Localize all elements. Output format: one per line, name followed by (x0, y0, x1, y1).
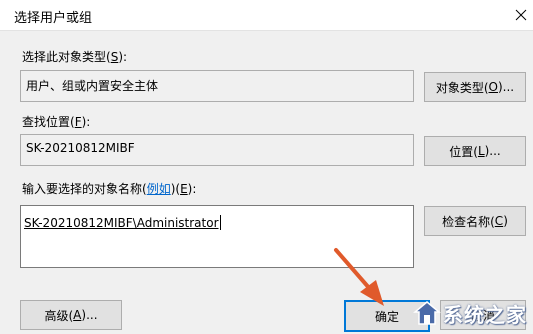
text-caret (219, 215, 221, 230)
object-type-field: 用户、组或内置安全主体 (20, 70, 414, 102)
location-label: 查找位置(F): (22, 115, 91, 129)
close-button[interactable] (509, 0, 533, 30)
location-field: SK-20210812MIBF (20, 134, 414, 166)
window-title: 选择用户或组 (14, 11, 93, 26)
object-names-label: 输入要选择的对象名称(例如)(E): (22, 182, 197, 196)
check-names-button[interactable]: 检查名称(C) (424, 206, 526, 236)
cancel-button[interactable]: 取消 (440, 300, 526, 330)
object-names-input[interactable]: SK-20210812MIBF\Administrator (20, 205, 414, 268)
close-icon (515, 9, 527, 21)
locations-button[interactable]: 位置(L)... (424, 136, 526, 166)
ok-button[interactable]: 确定 (344, 300, 430, 332)
advanced-button[interactable]: 高级(A)... (20, 300, 122, 330)
examples-link[interactable]: 例如 (147, 182, 171, 196)
object-type-label: 选择此对象类型(S): (22, 50, 128, 64)
title-bar: 选择用户或组 (0, 0, 533, 31)
object-types-button[interactable]: 对象类型(O)... (424, 72, 526, 102)
